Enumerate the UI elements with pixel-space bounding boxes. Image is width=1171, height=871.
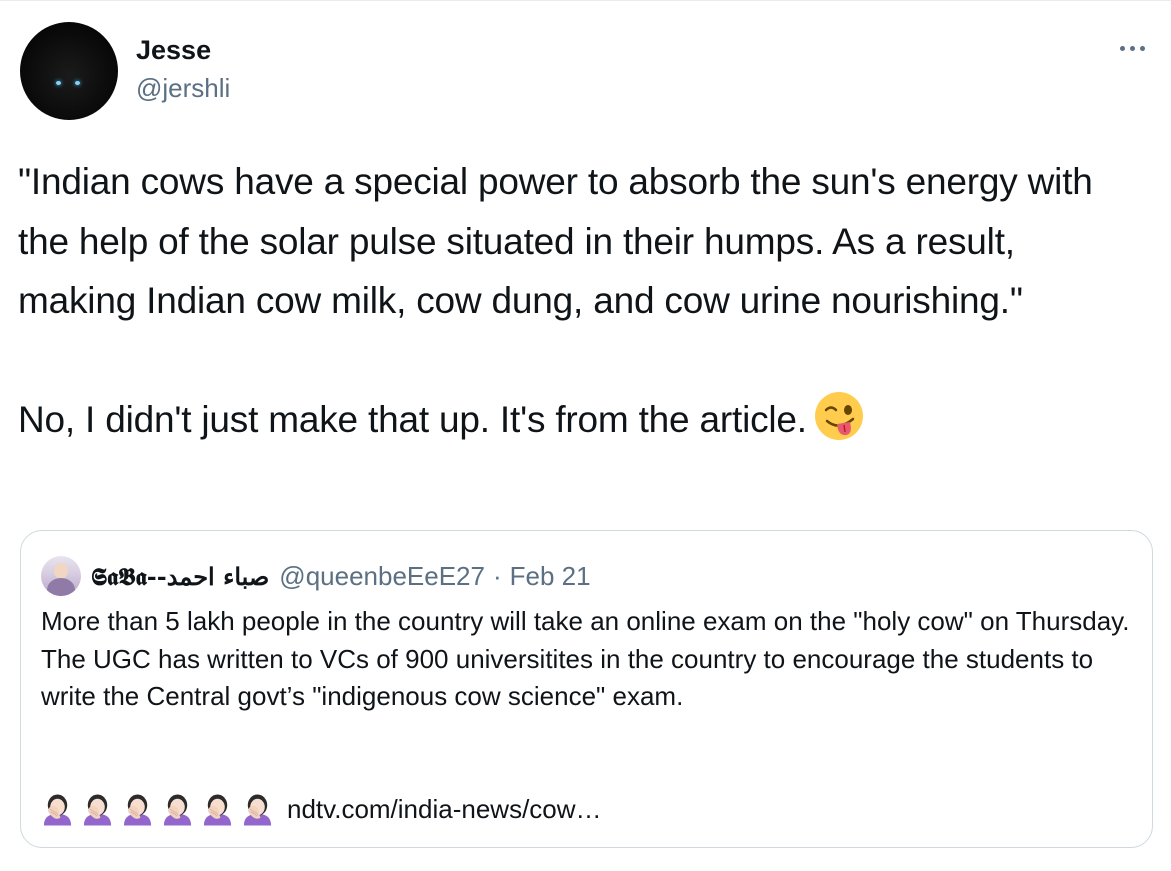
quoted-tweet-card[interactable]: 𝕾𝖆𝕭𝖆--صباء احمد @queenbeEeE27 · Feb 21 M… [20,530,1153,848]
woman-facepalming-icon [43,794,72,826]
header-separator: · [492,560,502,591]
avatar-eye-left [56,81,61,85]
woman-facepalming-icon [83,794,112,826]
winking-face-with-tongue-icon [814,392,863,440]
quoted-tweet-footer: ndtv.com/india-news/cow… [41,789,602,829]
more-dot [1129,45,1135,51]
tweet-paragraph-2-wrap: No, I didn't just make that up. It's fro… [18,390,1138,450]
more-dot [1139,45,1145,51]
quoted-tweet-date[interactable]: Feb 21 [510,561,591,592]
woman-facepalming-icon [243,794,272,826]
top-divider [0,0,1171,1]
woman-facepalming-icon [123,794,152,826]
author-name[interactable]: Jesse [136,34,211,66]
author-handle[interactable]: @jershli [136,72,230,104]
quoted-tweet-header: 𝕾𝖆𝕭𝖆--صباء احمد @queenbeEeE27 · Feb 21 [41,556,591,596]
tweet-paragraph-2: No, I didn't just make that up. It's fro… [18,399,807,440]
woman-facepalming-icon [203,794,232,826]
tweet-text: "Indian cows have a special power to abs… [18,152,1138,450]
woman-facepalming-icon [163,794,192,826]
author-avatar[interactable] [20,22,118,120]
quoted-author-name[interactable]: 𝕾𝖆𝕭𝖆--صباء احمد [91,562,269,591]
more-dot [1119,45,1125,51]
quoted-author-avatar[interactable] [41,556,81,596]
quoted-tweet-link[interactable]: ndtv.com/india-news/cow… [287,794,602,825]
more-options-icon[interactable] [1114,36,1150,60]
avatar-eye-right [75,81,80,85]
tweet-paragraph-1: "Indian cows have a special power to abs… [18,161,1093,321]
quoted-tweet-text: More than 5 lakh people in the country w… [41,606,1130,711]
quoted-author-handle[interactable]: @queenbeEeE27 [279,561,485,592]
